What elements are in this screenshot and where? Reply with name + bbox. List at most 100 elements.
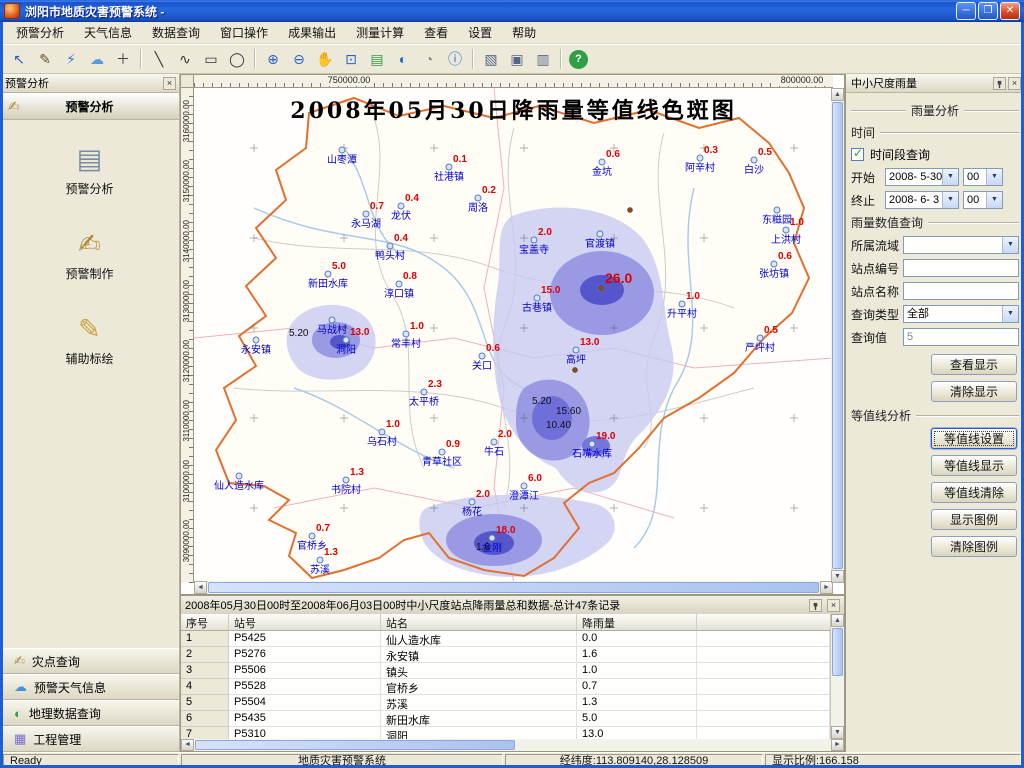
station-marker[interactable] [491, 439, 497, 445]
scrollbar-thumb[interactable] [832, 628, 843, 676]
station-marker[interactable] [679, 301, 685, 307]
left-panel-close-icon[interactable]: × [163, 77, 176, 90]
menu-item[interactable]: 帮助 [502, 23, 546, 43]
pan-tool[interactable]: ✋ [313, 47, 337, 71]
start-date-combo[interactable]: 2008- 5-30 ▼ [885, 168, 959, 186]
button-查看显示[interactable]: 查看显示 [931, 354, 1017, 375]
ellipse-tool[interactable]: ◯ [225, 47, 249, 71]
polyline-tool[interactable]: ∿ [173, 47, 197, 71]
scroll-down-icon[interactable]: ▼ [831, 726, 844, 739]
export-tool[interactable]: ▧ [479, 47, 503, 71]
station-marker[interactable] [475, 195, 481, 201]
scroll-left-icon[interactable]: ◄ [194, 581, 207, 594]
menu-item[interactable]: 成果输出 [278, 23, 346, 43]
station-marker[interactable] [396, 281, 402, 287]
station-marker[interactable] [774, 207, 780, 213]
close-button[interactable]: ✕ [1000, 2, 1020, 20]
line-tool[interactable]: ╲ [147, 47, 171, 71]
station-marker[interactable] [439, 449, 445, 455]
chevron-down-icon[interactable]: ▼ [942, 169, 958, 185]
column-header[interactable]: 站号 [229, 614, 381, 631]
chevron-down-icon[interactable]: ▼ [1002, 237, 1018, 253]
station-marker[interactable] [236, 473, 242, 479]
table-row[interactable]: 6P5435新田水库5.0 [181, 711, 830, 727]
station-marker[interactable] [573, 347, 579, 353]
menu-item[interactable]: 天气信息 [74, 23, 142, 43]
weather-info[interactable]: ☁预警天气信息 [0, 674, 179, 700]
station-marker[interactable] [325, 271, 331, 277]
menu-item[interactable]: 预警分析 [6, 23, 74, 43]
select-tool[interactable]: ↖ [7, 47, 31, 71]
chevron-down-icon[interactable]: ▼ [986, 169, 1002, 185]
end-hour-combo[interactable]: 00 ▼ [963, 191, 1003, 209]
chevron-down-icon[interactable]: ▼ [942, 192, 958, 208]
warning-analysis[interactable]: ▤预警分析 [65, 142, 113, 197]
station-marker[interactable] [446, 164, 452, 170]
right-panel-close-icon[interactable]: × [1008, 77, 1021, 90]
table-vertical-scrollbar[interactable]: ▲ ▼ [831, 614, 844, 739]
time-range-checkbox[interactable]: ✓ [851, 148, 864, 161]
scroll-down-icon[interactable]: ▼ [831, 570, 844, 583]
scroll-up-icon[interactable]: ▲ [831, 88, 844, 101]
globe-tool[interactable]: ◐ [391, 47, 415, 71]
print-tool[interactable]: ▣ [505, 47, 529, 71]
left-panel-group-header[interactable]: ✍ 预警分析 [0, 93, 179, 120]
zoom-in-tool[interactable]: ⊕ [261, 47, 285, 71]
bottom-panel-close-icon[interactable]: × [827, 599, 840, 612]
station-marker[interactable] [343, 337, 349, 343]
table-row[interactable]: 1P5425仙人造水库0.0 [181, 631, 830, 647]
scrollbar-thumb[interactable] [208, 582, 819, 593]
field-combo[interactable]: 全部▼ [903, 305, 1019, 323]
station-marker[interactable] [339, 147, 345, 153]
station-marker[interactable] [531, 237, 537, 243]
disaster-query[interactable]: ✍灾点查询 [0, 648, 179, 674]
pin-icon[interactable] [809, 599, 822, 612]
project-manage[interactable]: ▦工程管理 [0, 726, 179, 752]
map-vertical-scrollbar[interactable]: ▲ ▼ [831, 88, 844, 583]
chevron-down-icon[interactable]: ▼ [986, 192, 1002, 208]
column-header[interactable]: 序号 [181, 614, 229, 631]
column-header[interactable]: 站名 [381, 614, 577, 631]
end-date-combo[interactable]: 2008- 6- 3 ▼ [885, 191, 959, 209]
layers-tool[interactable]: ▤ [365, 47, 389, 71]
station-marker[interactable] [253, 337, 259, 343]
station-marker[interactable] [469, 499, 475, 505]
station-marker[interactable] [521, 483, 527, 489]
move-tool[interactable]: ＋ [111, 47, 135, 71]
zoom-extent-tool[interactable]: ⊡ [339, 47, 363, 71]
cloud-tool[interactable]: ☁ [85, 47, 109, 71]
field-input[interactable] [903, 282, 1019, 300]
edit-tool[interactable]: ✎ [33, 47, 57, 71]
station-marker[interactable] [751, 157, 757, 163]
station-marker[interactable] [403, 331, 409, 337]
menu-item[interactable]: 数据查询 [142, 23, 210, 43]
table-row[interactable]: 7P5310洞阳13.0 [181, 727, 830, 739]
menu-item[interactable]: 测量计算 [346, 23, 414, 43]
station-marker[interactable] [387, 243, 393, 249]
station-marker[interactable] [599, 159, 605, 165]
map-horizontal-scrollbar[interactable]: ◄ ► [194, 581, 833, 594]
station-marker[interactable] [589, 441, 595, 447]
button-等值线设置[interactable]: 等值线设置 [931, 428, 1017, 449]
station-marker[interactable] [771, 261, 777, 267]
table-row[interactable]: 3P5506镇头1.0 [181, 663, 830, 679]
table-row[interactable]: 5P5504苏溪1.3 [181, 695, 830, 711]
rectangle-tool[interactable]: ▭ [199, 47, 223, 71]
help-tool[interactable]: ? [569, 50, 588, 69]
button-等值线显示[interactable]: 等值线显示 [931, 455, 1017, 476]
station-marker[interactable] [379, 429, 385, 435]
station-marker[interactable] [783, 227, 789, 233]
button-清除显示[interactable]: 清除显示 [931, 381, 1017, 402]
aux-annotate[interactable]: ✎辅助标绘 [65, 312, 113, 367]
station-marker[interactable] [757, 335, 763, 341]
column-header[interactable]: 降雨量 [577, 614, 697, 631]
geo-data-query[interactable]: ◐地理数据查询 [0, 700, 179, 726]
station-marker[interactable] [317, 557, 323, 563]
start-hour-combo[interactable]: 00 ▼ [963, 168, 1003, 186]
chevron-down-icon[interactable]: ▼ [1002, 306, 1018, 322]
field-combo[interactable]: ▼ [903, 236, 1019, 254]
station-marker[interactable] [329, 317, 335, 323]
station-marker[interactable] [534, 295, 540, 301]
scrollbar-thumb[interactable] [195, 740, 515, 750]
scroll-left-icon[interactable]: ◄ [181, 739, 194, 751]
